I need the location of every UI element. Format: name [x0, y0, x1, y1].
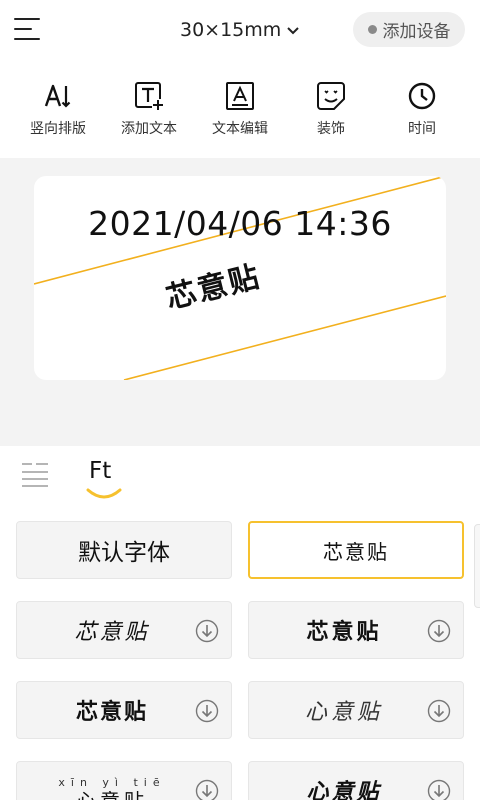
font-name: 心意贴 [304, 700, 383, 725]
download-icon[interactable] [195, 619, 219, 643]
toolbar-label: 装饰 [317, 121, 345, 137]
label-size-dropdown[interactable]: 30×15mm [180, 16, 300, 44]
label-datetime-text[interactable]: 2021/04/06 14:36 [34, 204, 446, 243]
font-name: xīn yì tiē 心意贴 [17, 762, 207, 800]
toolbar-add-text[interactable]: 添加文本 [104, 80, 194, 138]
connection-status-dot [367, 25, 377, 34]
font-hanzi: 心意贴 [76, 789, 148, 800]
panel-tabs: Ft [0, 446, 480, 506]
font-option[interactable]: xīn yì tiē 心意贴 [16, 761, 232, 800]
label-canvas-area: 2021/04/06 14:36 芯意贴 [0, 158, 480, 446]
scroll-peek [474, 524, 480, 608]
font-name: 默认字体 [78, 539, 170, 565]
toolbar-label: 文本编辑 [212, 121, 268, 137]
download-icon[interactable] [195, 699, 219, 723]
label-size-value: 30×15mm [180, 19, 282, 41]
sticker-face-icon [315, 80, 347, 112]
font-option[interactable]: 芯意贴 [16, 601, 232, 659]
download-icon[interactable] [427, 619, 451, 643]
label-preview[interactable]: 2021/04/06 14:36 芯意贴 [34, 176, 446, 380]
font-name: 芯意贴 [306, 620, 382, 645]
font-option[interactable]: 芯意贴 [248, 601, 464, 659]
font-option-default[interactable]: 默认字体 [16, 521, 232, 579]
download-icon[interactable] [427, 699, 451, 723]
toolbar-time[interactable]: 时间 [377, 80, 467, 138]
toolbar-vertical-layout[interactable]: 竖向排版 [13, 80, 103, 138]
clock-icon [406, 80, 438, 112]
toolbar-label: 时间 [408, 121, 436, 137]
font-option[interactable]: 心意贴 [248, 761, 464, 800]
text-edit-icon [224, 80, 256, 112]
tab-font[interactable]: Ft [86, 456, 122, 502]
toolbar-text-edit[interactable]: 文本编辑 [195, 80, 285, 138]
font-name: 芯意贴 [74, 620, 150, 645]
font-tab-label: Ft [89, 458, 112, 484]
add-device-label: 添加设备 [382, 22, 451, 42]
font-list: 默认字体 芯意贴 芯意贴 芯意贴 芯意贴 心意贴 xīn yì tiē 心意贴 … [0, 506, 480, 800]
font-option[interactable]: 心意贴 [248, 681, 464, 739]
font-pinyin: xīn yì tiē [58, 776, 166, 789]
download-icon[interactable] [195, 779, 219, 800]
font-option[interactable]: 芯意贴 [16, 681, 232, 739]
text-align-icon[interactable] [22, 460, 50, 487]
top-bar: 30×15mm 添加设备 [0, 0, 480, 60]
edit-toolbar: 竖向排版 添加文本 文本编辑 装饰 时间 [0, 80, 480, 144]
menu-icon[interactable] [14, 16, 42, 42]
vertical-text-icon [42, 80, 74, 112]
add-device-button[interactable]: 添加设备 [353, 12, 465, 47]
font-name: 心意贴 [306, 779, 382, 800]
chevron-down-icon [287, 27, 300, 35]
font-name: 芯意贴 [75, 699, 148, 724]
toolbar-decoration[interactable]: 装饰 [286, 80, 376, 138]
download-icon[interactable] [427, 779, 451, 800]
active-tab-indicator [86, 488, 122, 499]
add-text-icon [133, 80, 165, 112]
toolbar-label: 添加文本 [121, 121, 177, 137]
font-option-selected[interactable]: 芯意贴 [248, 521, 464, 579]
font-name: 芯意贴 [323, 539, 389, 564]
toolbar-label: 竖向排版 [30, 121, 86, 137]
